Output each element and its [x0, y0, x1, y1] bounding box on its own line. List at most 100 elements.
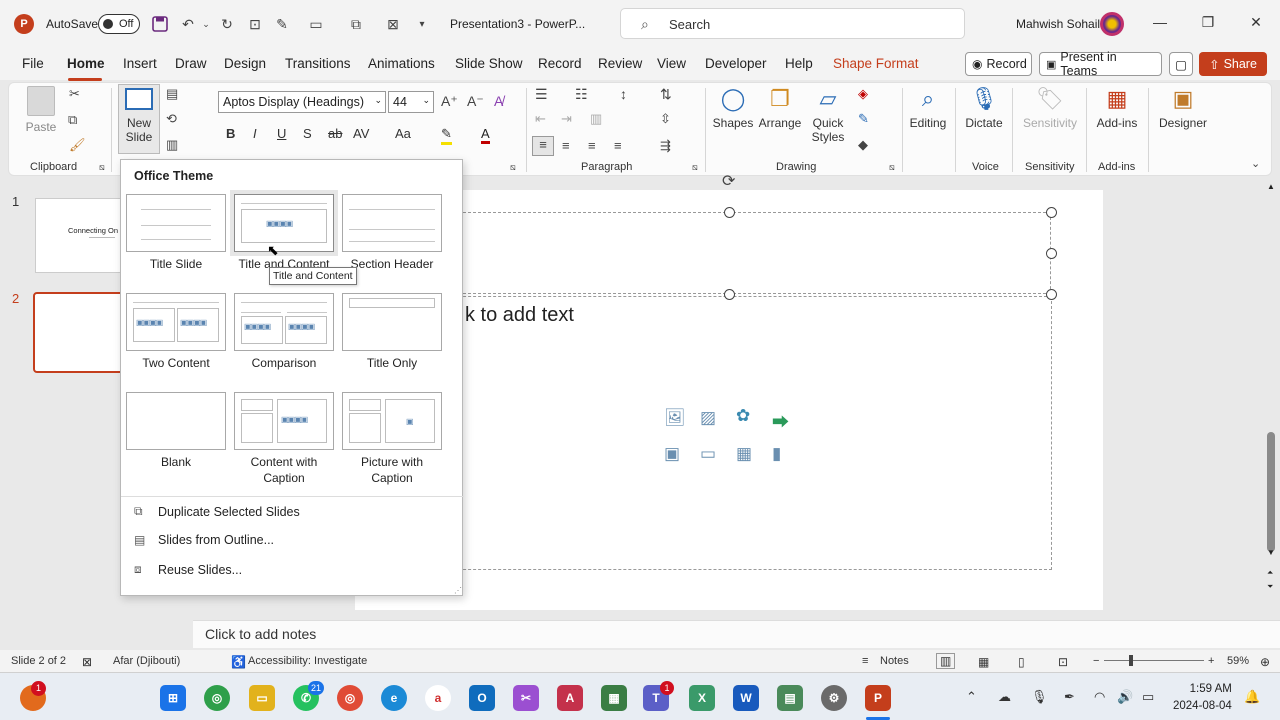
close-icon[interactable]: ✕ — [1246, 14, 1266, 31]
zoom-slider[interactable] — [1104, 660, 1204, 661]
duplicate-slides-item[interactable]: ⧉ Duplicate Selected Slides — [134, 504, 300, 519]
bullets-icon[interactable]: ☰ — [535, 86, 548, 103]
line-spacing-icon[interactable]: ↕ — [620, 86, 627, 102]
chrome-profile-icon[interactable]: ◎ — [337, 685, 363, 711]
title-placeholder[interactable] — [408, 212, 1051, 294]
smartart-graphic-icon[interactable]: ⮕ — [772, 408, 789, 433]
section-icon[interactable]: ▥ — [166, 137, 178, 153]
redo-icon[interactable]: ↻ — [217, 14, 237, 34]
search-box[interactable]: ⌕ Search — [620, 8, 965, 39]
sensitivity-button[interactable]: 🏷 Sensitivity — [1020, 86, 1080, 130]
notes-pane[interactable]: Click to add notes — [193, 620, 1280, 648]
align-center-icon[interactable]: ≡ — [562, 138, 570, 153]
access-icon[interactable]: A — [557, 685, 583, 711]
zoom-level[interactable]: 59% — [1227, 655, 1249, 667]
shapes-button[interactable]: ◯ Shapes — [712, 86, 754, 130]
start-icon[interactable]: ⊞ — [160, 685, 186, 711]
collapse-ribbon-icon[interactable]: ⌄ — [1251, 157, 1260, 170]
character-spacing-icon[interactable]: AV — [353, 126, 369, 141]
app-icon[interactable]: a — [425, 685, 451, 711]
tray-expand-icon[interactable]: ⌃ — [966, 689, 977, 705]
new-slide-button[interactable]: New Slide — [118, 84, 160, 154]
resize-handle[interactable] — [1046, 248, 1057, 259]
designer-button[interactable]: ▣ Designer — [1156, 86, 1210, 130]
edge-icon[interactable]: e — [381, 685, 407, 711]
layout-blank[interactable]: Blank — [126, 392, 226, 470]
video-icon[interactable]: ▭ — [700, 444, 716, 464]
content-placeholder[interactable] — [408, 296, 1052, 570]
slides-from-outline-item[interactable]: ▤ Slides from Outline... — [134, 533, 274, 547]
quick-styles-button[interactable]: ▱ Quick Styles — [806, 86, 850, 144]
wifi-icon[interactable]: ◠ — [1094, 689, 1105, 705]
tab-review[interactable]: Review — [598, 56, 642, 71]
rotate-handle-icon[interactable]: ⟳ — [722, 171, 735, 191]
settings-icon[interactable]: ⚙ — [821, 685, 847, 711]
accessibility-status[interactable]: Accessibility: Investigate — [248, 655, 367, 667]
shape-outline-icon[interactable]: ✎ — [858, 111, 869, 127]
font-size-select[interactable]: 44 ⌄ — [388, 91, 434, 113]
chrome-icon[interactable]: ◎ — [204, 685, 230, 711]
paragraph-launcher-icon[interactable]: ⧅ — [692, 162, 698, 173]
user-name[interactable]: Mahwish Sohail — [1016, 17, 1100, 31]
tab-transitions[interactable]: Transitions — [285, 56, 351, 71]
reading-view-icon[interactable]: ▯ — [1018, 655, 1025, 669]
increase-indent-icon[interactable]: ⇥ — [561, 111, 572, 127]
stock-images-icon[interactable]: 🖼 — [664, 408, 686, 428]
editing-button[interactable]: ⌕ Editing — [906, 86, 950, 130]
paste-button[interactable]: Paste — [24, 86, 58, 134]
slideshow-view-icon[interactable]: ⊡ — [1058, 655, 1068, 669]
layout-title-and-content[interactable]: ▣▣▣▣ Title and Content — [230, 190, 338, 272]
shadow-icon[interactable]: S — [303, 126, 312, 141]
resize-handle[interactable] — [1046, 289, 1057, 300]
tab-view[interactable]: View — [657, 56, 686, 71]
clipboard-launcher-icon[interactable]: ⧅ — [99, 162, 105, 173]
font-name-select[interactable]: Aptos Display (Headings) ⌄ — [218, 91, 386, 113]
slide-thumbnail-1[interactable]: Connecting On — [35, 198, 130, 273]
notes-button[interactable]: Notes — [880, 655, 909, 667]
spelling-icon[interactable]: ⊠ — [82, 655, 92, 669]
tab-animations[interactable]: Animations — [368, 56, 435, 71]
restore-icon[interactable]: ❐ — [1198, 14, 1218, 31]
arrange-button[interactable]: ❐ Arrange — [758, 86, 802, 130]
draw-icon[interactable]: ✎ — [272, 14, 292, 34]
volume-icon[interactable]: 🔊 — [1117, 689, 1133, 705]
resize-handle[interactable] — [1046, 207, 1057, 218]
powerpoint-taskbar-icon[interactable]: P — [865, 685, 891, 711]
columns-icon[interactable]: ▥ — [590, 111, 602, 127]
record-button[interactable]: ◉ Record — [965, 52, 1032, 76]
autosave-toggle[interactable]: Off — [98, 14, 140, 34]
shape-fill-icon[interactable]: ◈ — [858, 86, 868, 102]
save-icon[interactable] — [150, 14, 170, 34]
zoom-out-icon[interactable]: − — [1093, 655, 1099, 667]
copy-icon[interactable]: ⧉ — [346, 14, 366, 34]
normal-view-icon[interactable]: ▥ — [936, 653, 956, 669]
snipping-tool-icon[interactable]: ✂ — [513, 685, 539, 711]
battery-icon[interactable]: ▭ — [1142, 689, 1154, 705]
justify-icon[interactable]: ≡ — [614, 138, 622, 153]
comments-button[interactable]: ▢ — [1169, 52, 1193, 76]
increase-font-icon[interactable]: A⁺ — [441, 93, 458, 110]
zoom-slider-thumb[interactable] — [1129, 655, 1133, 666]
tab-record[interactable]: Record — [538, 56, 582, 71]
slide-thumbnail-2[interactable] — [33, 292, 128, 373]
tab-help[interactable]: Help — [785, 56, 813, 71]
table-icon[interactable]: ▦ — [736, 444, 752, 464]
cameo-icon[interactable]: ▣ — [664, 444, 680, 464]
clock[interactable]: 1:59 AM 2024-08-04 — [1173, 681, 1232, 715]
highlight-icon[interactable]: ✎ — [441, 126, 452, 145]
layout-two-content[interactable]: ▣▣▣▣ ▣▣▣▣ Two Content — [126, 293, 226, 371]
resize-handle[interactable] — [724, 289, 735, 300]
cut-icon[interactable]: ✂ — [69, 86, 80, 102]
vertical-scrollbar[interactable]: ▲ ▼ ⏶ ⏷ — [1265, 182, 1277, 650]
align-right-icon[interactable]: ≡ — [588, 138, 596, 153]
format-painter-icon[interactable]: 🖌 — [69, 137, 86, 153]
excel-icon[interactable]: X — [689, 685, 715, 711]
minimize-icon[interactable]: — — [1150, 14, 1170, 30]
tab-insert[interactable]: Insert — [123, 56, 157, 71]
mic-tray-icon[interactable]: 🎙 — [1031, 689, 1048, 705]
layout-content-with-caption[interactable]: ▣▣▣▣ Content with Caption — [234, 392, 334, 486]
numbering-icon[interactable]: ☷ — [575, 86, 588, 103]
slide-layout-icon[interactable]: ▤ — [166, 86, 178, 102]
pictures-icon[interactable]: ▨ — [700, 408, 716, 428]
tab-developer[interactable]: Developer — [705, 56, 767, 71]
